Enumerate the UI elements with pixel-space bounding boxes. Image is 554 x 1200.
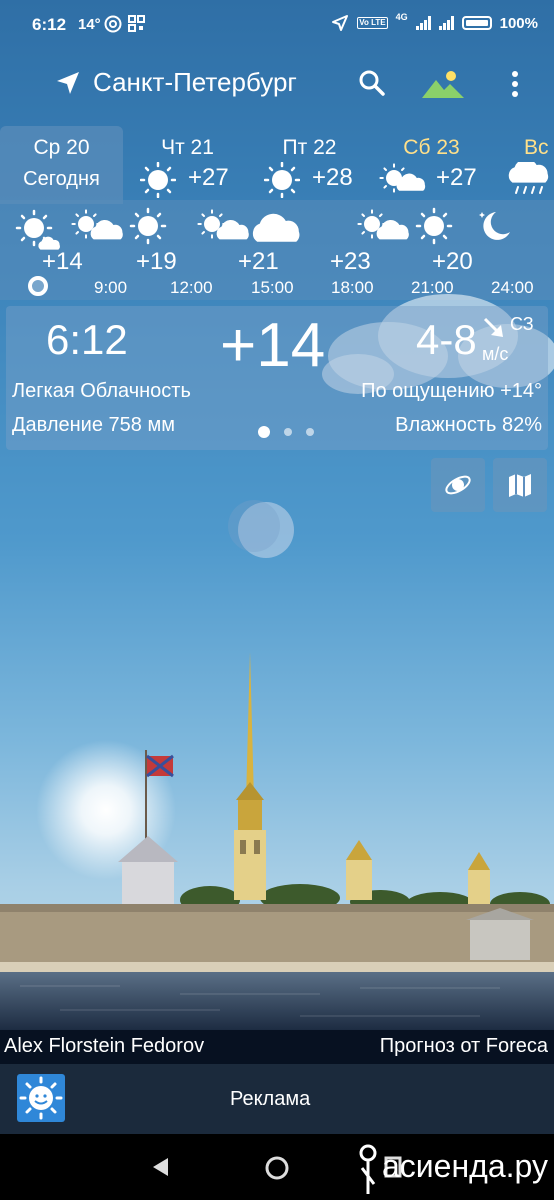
system-nav-bar: асиенда.ру (0, 1134, 554, 1200)
watermark-text: асиенда.ру (382, 1148, 548, 1184)
current-temp: +14 (220, 311, 326, 380)
day-tab-fri[interactable]: Пт 22 +28 (252, 126, 367, 204)
current-time: 6:12 (46, 316, 128, 363)
sun-orbit-icon (445, 475, 471, 495)
signal-icon (415, 16, 431, 30)
status-time: 6:12 (32, 15, 67, 34)
at-qr-icon (104, 15, 145, 33)
app-logo-icon (17, 1074, 65, 1122)
cloud-icon (252, 213, 300, 242)
day-name: Чт 21 (161, 136, 214, 159)
hour-temp: +23 (330, 248, 371, 275)
condition-text: Легкая Облачность (12, 380, 191, 402)
location-arrow-icon[interactable] (54, 69, 82, 97)
city-scene-image (0, 500, 554, 1030)
day-temp: +28 (312, 164, 353, 191)
sun-cloud-icon (15, 209, 60, 250)
day-sub: Сегодня (23, 168, 100, 190)
hour-temp: +20 (432, 248, 473, 275)
hour-temp: +14 (42, 248, 83, 275)
volte-icon: Vo LTE (357, 17, 388, 29)
day-tab-sun[interactable]: Вс (500, 126, 554, 204)
day-tab-thu[interactable]: Чт 21 +27 (130, 126, 245, 204)
hourly-forecast[interactable]: +14 +19 +21 +23 +20 9:00 12:00 15:00 18:… (0, 200, 554, 300)
day-tab-sat[interactable]: Сб 23 +27 (374, 126, 489, 204)
status-right: Vo LTE 4G 100% (331, 12, 538, 32)
wind-speed: 4-8 (416, 316, 477, 363)
photo-author[interactable]: Alex Florstein Fedorov (4, 1035, 204, 1058)
status-temp: 14° (78, 16, 101, 33)
search-icon[interactable] (358, 69, 386, 97)
app-toolbar: Санкт-Петербург (0, 55, 554, 115)
rain-cloud-icon (508, 162, 549, 194)
sun-icon (264, 162, 300, 198)
hour-time: 12:00 (170, 278, 213, 297)
page-indicator (258, 426, 314, 438)
hour-temp: +19 (136, 248, 177, 275)
home-icon[interactable] (263, 1154, 291, 1182)
day-tab-today[interactable]: Ср 20 Сегодня (0, 126, 123, 204)
day-name: Вс (524, 136, 549, 159)
day-name: Ср 20 (33, 136, 90, 159)
day-name: Сб 23 (403, 136, 460, 159)
city-title[interactable]: Санкт-Петербург (93, 67, 297, 98)
sun-cloud-icon (357, 209, 409, 240)
current-conditions-panel[interactable]: 6:12 +14 4-8 СЗ м/с Легкая Облачность По… (6, 306, 548, 450)
day-temp: +27 (436, 164, 477, 191)
ad-label: Реклама (230, 1088, 311, 1110)
page-dot (258, 426, 270, 438)
forecast-provider[interactable]: Прогноз от Foreca (380, 1035, 548, 1058)
credit-bar: Alex Florstein Fedorov Прогноз от Foreca (0, 1030, 554, 1064)
page-dot (284, 428, 292, 436)
day-temp: +27 (188, 164, 229, 191)
notification-icons (104, 14, 150, 39)
feels-like-text: По ощущению +14° (361, 380, 542, 402)
back-icon[interactable] (150, 1156, 170, 1178)
wind-unit: м/с (482, 344, 509, 364)
status-bar: 6:12 14° Vo LTE 4G 100% (0, 0, 554, 50)
current-time-marker (28, 276, 48, 296)
sun-icon (140, 162, 176, 198)
sun-cloud-icon (197, 209, 249, 240)
wind-direction: СЗ (510, 314, 534, 334)
moon-icon (479, 212, 510, 240)
battery-percent: 100% (499, 14, 538, 32)
ad-bar[interactable]: Реклама (0, 1064, 554, 1134)
watermark-logo-icon (359, 1144, 377, 1194)
signal-icon-2 (438, 16, 454, 30)
battery-icon (461, 16, 492, 30)
sun-icon (415, 207, 453, 245)
more-vert-icon[interactable] (508, 69, 522, 99)
hour-temp: +21 (238, 248, 279, 275)
landscape-icon[interactable] (422, 68, 466, 100)
hour-time: 15:00 (251, 278, 294, 297)
humidity-text: Влажность 82% (395, 414, 542, 436)
sun-icon (129, 207, 167, 245)
wind-arrow-icon (483, 317, 503, 337)
network-type: 4G (395, 12, 408, 22)
gps-icon (332, 15, 349, 31)
page-dot (306, 428, 314, 436)
sun-cloud-icon (71, 209, 123, 240)
pressure-text: Давление 758 мм (12, 414, 175, 436)
hour-time: 9:00 (94, 278, 128, 297)
daily-forecast-strip: Ср 20 Сегодня Чт 21 +27 Пт 22 +28 Сб 23 … (0, 126, 554, 204)
sun-cloud-icon (379, 163, 426, 193)
map-icon (509, 474, 531, 497)
day-name: Пт 22 (282, 136, 337, 159)
